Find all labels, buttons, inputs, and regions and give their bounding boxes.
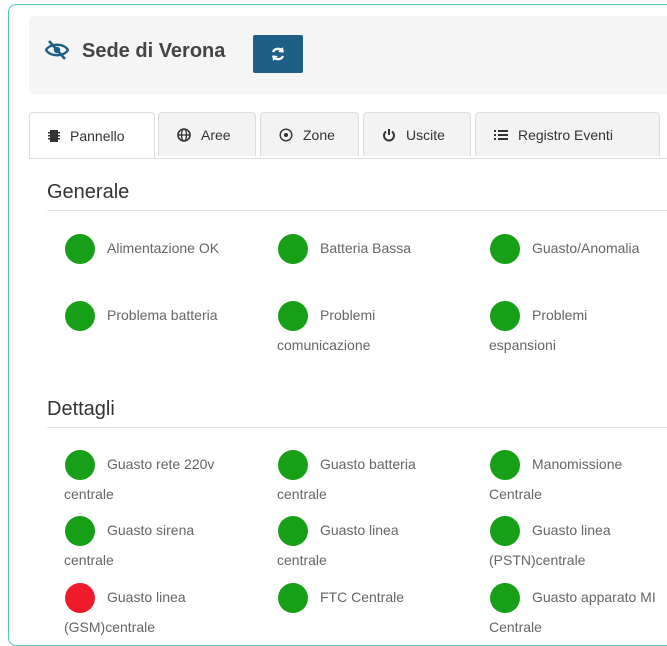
status-indicator <box>490 301 520 332</box>
tab-pannello[interactable]: Pannello <box>29 112 155 158</box>
tab-label: Uscite <box>406 126 445 143</box>
tab-aree[interactable]: Aree <box>158 112 256 156</box>
chip-icon <box>48 129 60 143</box>
status-indicator <box>278 234 308 265</box>
refresh-icon <box>271 47 285 61</box>
status-label: Batteria Bassa <box>320 240 412 256</box>
status-indicator <box>490 234 520 265</box>
status-item: Guasto rete 220v centrale <box>64 450 244 508</box>
status-label: Alimentazione OK <box>107 240 220 256</box>
tab-label: Zone <box>303 126 335 143</box>
list-icon <box>494 129 508 141</box>
status-indicator <box>278 583 308 614</box>
status-item: Guasto batteria centrale <box>277 450 447 508</box>
tab-registro-eventi[interactable]: Registro Eventi <box>475 112 660 156</box>
tab-bar: Pannello Aree Zone Uscite Registro Event… <box>29 112 667 159</box>
status-indicator <box>490 583 520 614</box>
status-item: Guasto sirena centrale <box>64 516 214 574</box>
status-label: FTC Centrale <box>320 589 405 605</box>
tab-label: Aree <box>201 126 231 143</box>
tab-uscite[interactable]: Uscite <box>363 112 471 156</box>
target-icon <box>279 127 293 142</box>
tab-zone[interactable]: Zone <box>260 112 359 156</box>
status-item: Guasto apparato MI Centrale <box>489 583 667 641</box>
power-icon <box>382 128 396 142</box>
section-title-generale: Generale <box>47 181 130 203</box>
status-indicator <box>278 516 308 547</box>
status-item: FTC Centrale <box>277 583 447 614</box>
status-item: Alimentazione OK <box>64 234 264 265</box>
section-title-dettagli: Dettagli <box>47 398 115 420</box>
status-indicator <box>65 301 95 332</box>
status-indicator <box>490 516 520 547</box>
status-indicator <box>65 450 95 481</box>
status-label: Guasto/Anomalia <box>532 240 640 256</box>
status-item: Guasto linea (GSM)centrale <box>64 583 204 641</box>
status-label: Problema batteria <box>107 307 218 323</box>
status-item: Problema batteria <box>64 301 244 332</box>
status-item: Guasto linea (PSTN)centrale <box>489 516 629 574</box>
status-item: Problemi comunicazione <box>277 301 407 359</box>
status-indicator <box>490 450 520 481</box>
globe-icon <box>177 127 191 142</box>
divider <box>47 427 667 428</box>
status-item: Guasto/Anomalia <box>489 234 667 265</box>
status-indicator <box>278 450 308 481</box>
tab-label: Pannello <box>70 127 125 144</box>
status-indicator <box>65 583 95 614</box>
status-indicator <box>65 516 95 547</box>
status-indicator <box>278 301 308 332</box>
status-indicator <box>65 234 95 265</box>
page-title: Sede di Verona <box>82 40 226 62</box>
eye-slash-icon <box>45 40 69 60</box>
status-item: Batteria Bassa <box>277 234 477 265</box>
status-item: Guasto linea centrale <box>277 516 417 574</box>
status-item: Manomissione Centrale <box>489 450 649 508</box>
site-header: Sede di Verona <box>29 16 667 94</box>
refresh-button[interactable] <box>253 35 303 73</box>
status-item: Problemi espansioni <box>489 301 599 359</box>
tab-label: Registro Eventi <box>518 126 613 143</box>
divider <box>47 210 667 211</box>
